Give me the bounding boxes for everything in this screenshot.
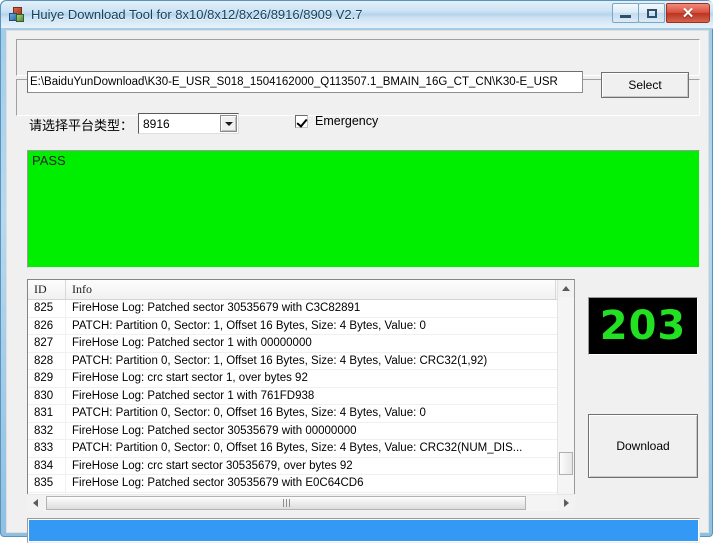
- log-row-id: 833: [28, 440, 66, 457]
- log-row-id: 830: [28, 387, 66, 404]
- download-button[interactable]: Download: [588, 414, 698, 478]
- table-row[interactable]: 834 FireHose Log: crc start sector 305356…: [28, 457, 574, 475]
- platform-type-select[interactable]: 8916: [138, 113, 239, 134]
- minimize-button[interactable]: [612, 3, 639, 23]
- client-area: E:\BaiduYunDownload\K30-E_USR_S018_15041…: [6, 30, 709, 543]
- table-row[interactable]: 835 FireHose Log: Patched sector 30535679…: [28, 475, 574, 493]
- emergency-checkbox[interactable]: Emergency: [295, 114, 378, 128]
- minimize-icon: [620, 14, 631, 18]
- emergency-label: Emergency: [315, 114, 379, 128]
- counter-value: 203: [599, 303, 687, 349]
- log-list-header: ID Info: [28, 280, 574, 300]
- log-row-id: 835: [28, 475, 66, 492]
- status-text: PASS: [32, 153, 66, 168]
- log-row-id: 834: [28, 457, 66, 474]
- title-bar[interactable]: Huiye Download Tool for 8x10/8x12/8x26/8…: [1, 1, 713, 29]
- table-row[interactable]: 832 FireHose Log: Patched sector 30535679…: [28, 422, 574, 440]
- platform-type-label: 请选择平台类型：: [29, 119, 134, 134]
- table-row[interactable]: 831 PATCH: Partition 0, Sector: 0, Offset…: [28, 405, 574, 423]
- counter-display: 203: [588, 297, 698, 355]
- horizontal-scroll-thumb[interactable]: [46, 496, 526, 510]
- log-horizontal-scrollbar[interactable]: [27, 494, 575, 511]
- table-row[interactable]: 828 PATCH: Partition 0, Sector: 1, Offset…: [28, 352, 574, 370]
- window-controls: ✕: [612, 3, 710, 23]
- close-icon: ✕: [681, 4, 695, 22]
- log-list[interactable]: ID Info 825 FireHose Log: Patched sector …: [27, 279, 575, 511]
- vertical-scroll-thumb[interactable]: [559, 452, 573, 475]
- table-row[interactable]: 825 FireHose Log: Patched sector 30535679…: [28, 300, 574, 318]
- window-title: Huiye Download Tool for 8x10/8x12/8x26/8…: [31, 7, 363, 22]
- maximize-icon: [646, 8, 657, 18]
- application-window: Huiye Download Tool for 8x10/8x12/8x26/8…: [0, 0, 713, 543]
- log-row-id: 825: [28, 300, 66, 317]
- log-vertical-scrollbar[interactable]: [557, 280, 574, 510]
- log-row-info: FireHose Log: Patched sector 30535679 wi…: [72, 477, 364, 489]
- log-row-info: FireHose Log: Patched sector 30535679 wi…: [72, 424, 357, 437]
- app-logo-icon: [9, 6, 25, 23]
- status-panel: PASS: [27, 150, 700, 268]
- table-row[interactable]: 830 FireHose Log: Patched sector 1 with 7…: [28, 387, 574, 405]
- log-list-body: 825 FireHose Log: Patched sector 30535679…: [28, 300, 574, 510]
- checkmark-icon: [295, 114, 308, 128]
- column-header-info[interactable]: Info: [66, 280, 556, 299]
- table-row[interactable]: 827 FireHose Log: Patched sector 1 with 0…: [28, 335, 574, 353]
- maximize-button[interactable]: [638, 3, 665, 23]
- log-row-info: PATCH: Partition 0, Sector: 0, Offset 16…: [72, 442, 523, 454]
- log-row-id: 828: [28, 352, 66, 369]
- progress-bar-fill: [29, 520, 698, 541]
- log-row-id: 829: [28, 370, 66, 387]
- grip-icon: [282, 499, 290, 507]
- table-row[interactable]: 833 PATCH: Partition 0, Sector: 0, Offset…: [28, 440, 574, 458]
- log-row-info: PATCH: Partition 0, Sector: 0, Offset 16…: [72, 407, 426, 419]
- log-row-info: PATCH: Partition 0, Sector: 1, Offset 16…: [72, 354, 488, 367]
- log-row-id: 832: [28, 422, 66, 439]
- log-row-info: FireHose Log: crc start sector 1, over b…: [72, 372, 308, 384]
- scroll-right-arrow-icon[interactable]: [558, 495, 575, 511]
- table-row[interactable]: 829 FireHose Log: crc start sector 1, ove…: [28, 370, 574, 388]
- log-row-info: FireHose Log: Patched sector 30535679 wi…: [72, 302, 361, 314]
- log-row-info: FireHose Log: Patched sector 1 with 761F…: [72, 389, 315, 402]
- scroll-left-arrow-icon[interactable]: [27, 495, 44, 511]
- log-row-id: 831: [28, 405, 66, 422]
- horizontal-scroll-track[interactable]: [44, 495, 558, 511]
- log-row-info: PATCH: Partition 0, Sector: 1, Offset 16…: [72, 319, 426, 332]
- log-row-info: FireHose Log: crc start sector 30535679,…: [72, 459, 353, 472]
- chevron-down-icon[interactable]: [220, 115, 237, 132]
- firmware-path-input[interactable]: E:\BaiduYunDownload\K30-E_USR_S018_15041…: [27, 71, 583, 93]
- select-button[interactable]: Select: [601, 72, 689, 98]
- progress-bar: [27, 518, 700, 543]
- log-row-info: FireHose Log: Patched sector 1 with 0000…: [72, 337, 312, 349]
- column-header-id[interactable]: ID: [28, 280, 66, 299]
- scroll-up-arrow-icon[interactable]: [558, 280, 574, 297]
- log-row-id: 826: [28, 317, 66, 334]
- log-row-id: 827: [28, 335, 66, 352]
- close-button[interactable]: ✕: [666, 3, 710, 23]
- platform-type-value: 8916: [143, 116, 170, 131]
- table-row[interactable]: 826 PATCH: Partition 0, Sector: 1, Offset…: [28, 317, 574, 335]
